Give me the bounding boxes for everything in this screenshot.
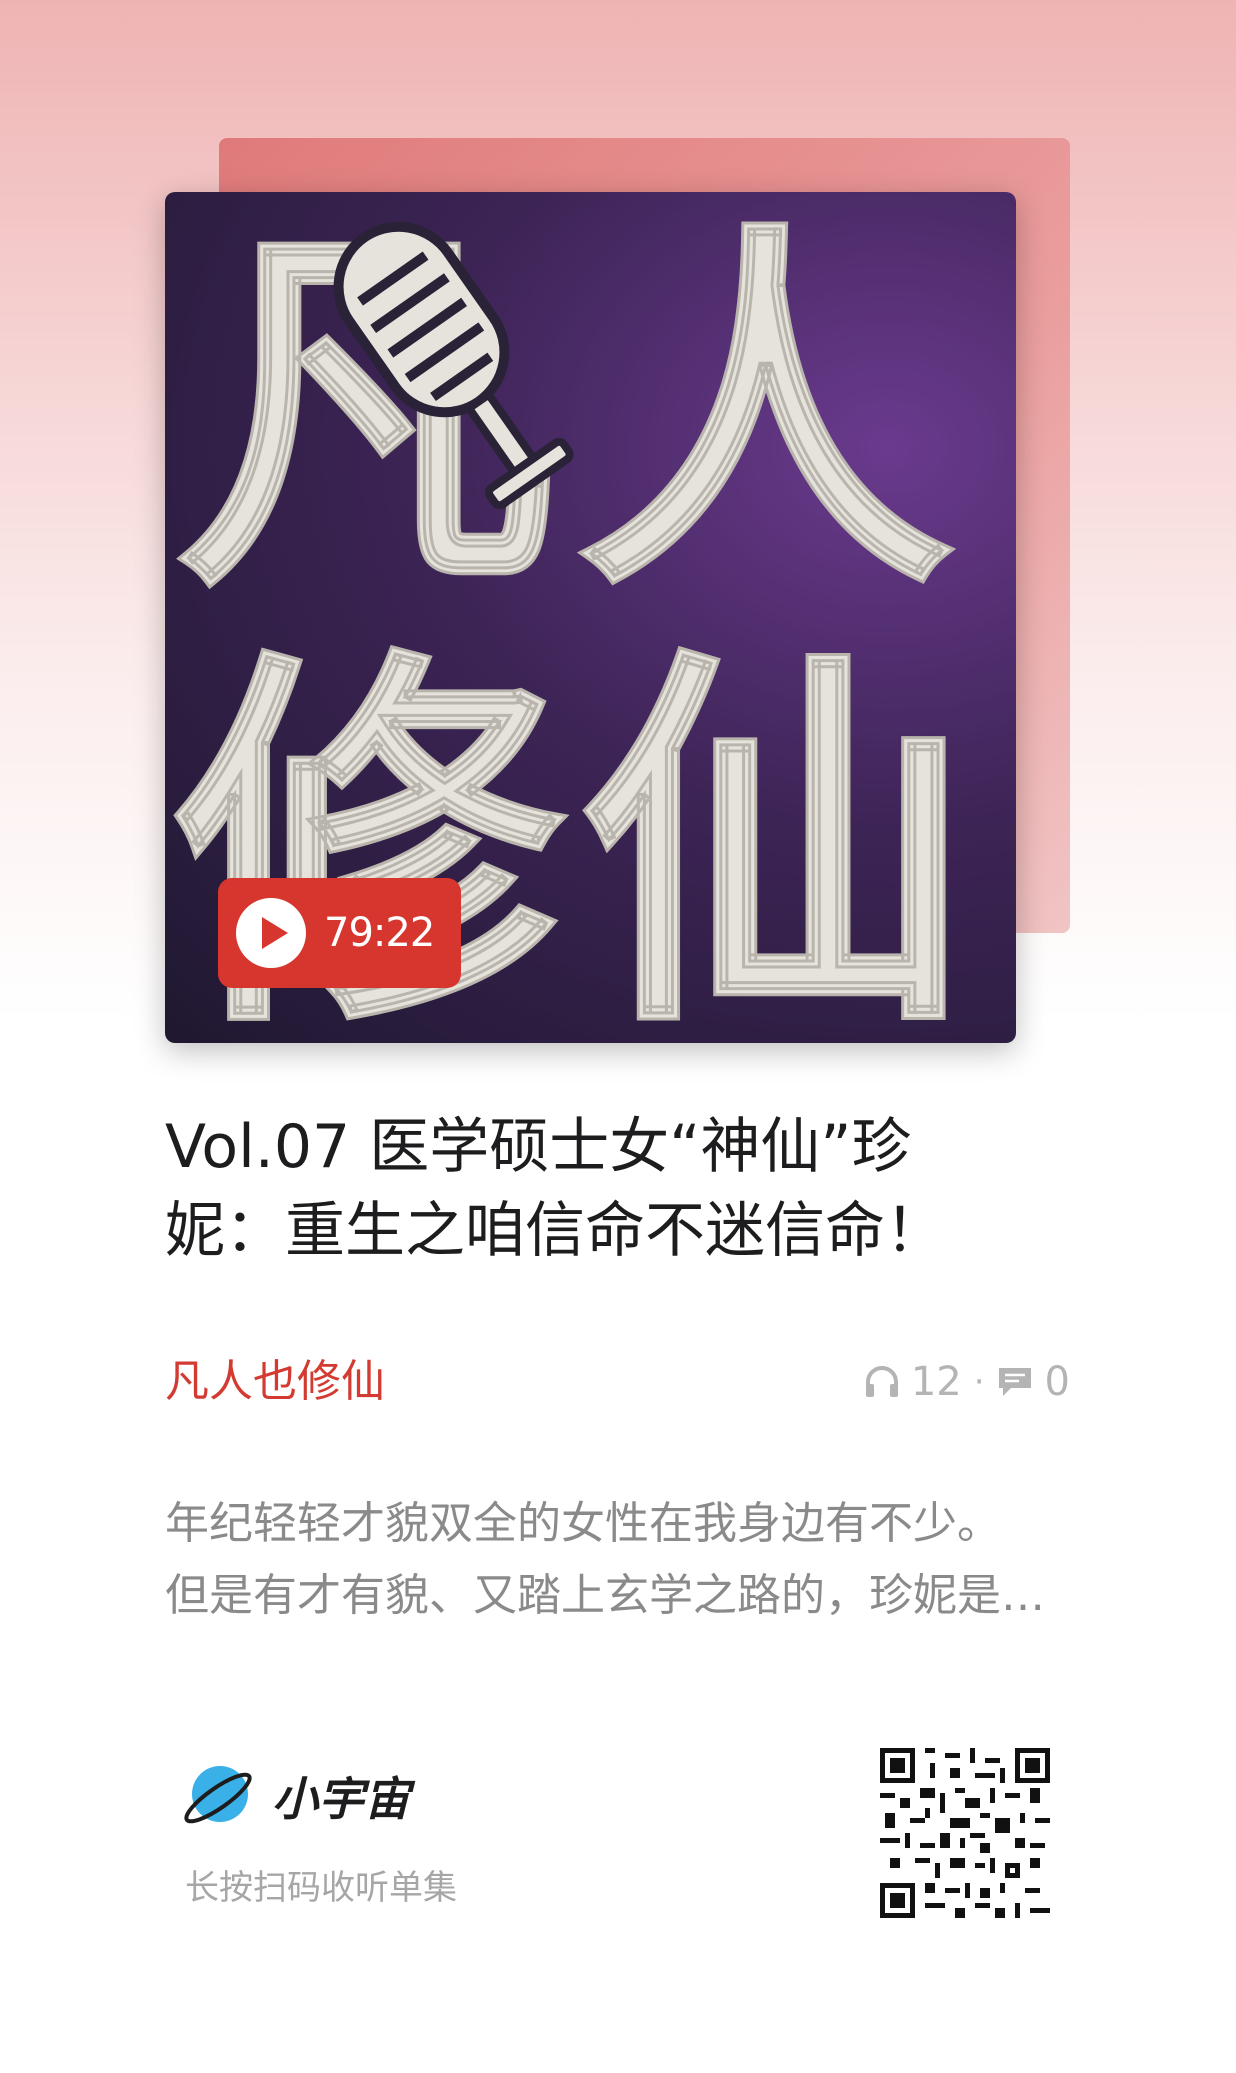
scan-hint-text: 长按扫码收听单集	[185, 1868, 457, 1908]
episode-title: Vol.07 医学硕士女“神仙”珍 妮：重生之咱信命不迷信命！	[165, 1105, 1065, 1273]
episode-stats: 12 · 0	[865, 1354, 1070, 1410]
description-line2: 但是有才有貌、又踏上玄学之路的，珍妮是…	[165, 1570, 1045, 1621]
comment-icon[interactable]	[997, 1366, 1033, 1398]
brand-name: 小宇宙	[272, 1772, 410, 1826]
episode-duration: 79:22	[324, 910, 435, 956]
play-icon[interactable]	[236, 898, 306, 968]
brand-lockup: 小宇宙	[180, 1760, 410, 1832]
description-line1: 年纪轻轻才貌双全的女性在我身边有不少。	[165, 1498, 1001, 1549]
qr-code[interactable]	[880, 1748, 1050, 1918]
cover-char-ren: 人	[575, 194, 955, 637]
cover-char-xian: 仙	[580, 620, 970, 1043]
comment-count: 0	[1044, 1359, 1070, 1405]
planet-logo-icon	[180, 1760, 256, 1832]
listen-count: 12	[910, 1359, 962, 1405]
episode-description: 年纪轻轻才貌双全的女性在我身边有不少。 但是有才有貌、又踏上玄学之路的，珍妮是…	[165, 1488, 1065, 1632]
episode-title-line2: 妮：重生之咱信命不迷信命！	[165, 1196, 945, 1266]
play-duration-badge[interactable]: 79:22	[218, 878, 461, 988]
episode-title-line1: Vol.07 医学硕士女“神仙”珍	[165, 1112, 912, 1182]
podcast-name-link[interactable]: 凡人也修仙	[165, 1352, 385, 1412]
stats-separator: ·	[973, 1362, 985, 1402]
headphone-icon	[865, 1366, 899, 1398]
